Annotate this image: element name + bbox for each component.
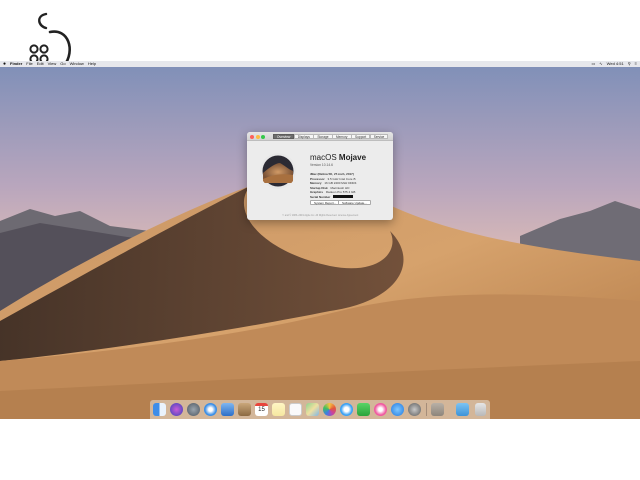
menu-item-help[interactable]: Help bbox=[88, 61, 96, 67]
spec-processor-value: 3.5 GHz Intel Core i5 bbox=[327, 176, 356, 181]
spec-startup-disk: Startup Disk Macintosh HD bbox=[310, 186, 349, 190]
app-store-icon[interactable] bbox=[391, 402, 404, 416]
spec-graphics-label: Graphics bbox=[310, 190, 324, 194]
tab-bar: Overview Displays Storage Memory Support… bbox=[273, 133, 389, 139]
itunes-icon[interactable] bbox=[374, 402, 387, 416]
apple-icon[interactable]: ● bbox=[3, 61, 6, 67]
spec-processor: Processor 3.5 GHz Intel Core i5 bbox=[310, 177, 356, 181]
menu-item-go[interactable]: Go bbox=[60, 61, 65, 67]
spec-startup-disk-label: Startup Disk bbox=[310, 185, 328, 190]
tab-displays[interactable]: Displays bbox=[293, 133, 314, 139]
safari-icon[interactable] bbox=[204, 402, 217, 416]
airplay-icon[interactable]: ▭ bbox=[592, 61, 596, 67]
spec-memory-label: Memory bbox=[310, 181, 322, 185]
maps-icon[interactable] bbox=[306, 402, 319, 416]
menu-item-edit[interactable]: Edit bbox=[37, 61, 44, 67]
menu-item-file[interactable]: File bbox=[26, 61, 32, 67]
dock-separator bbox=[426, 403, 427, 416]
os-version: Version 10.14.6 bbox=[310, 163, 333, 167]
menu-item-window[interactable]: Window bbox=[70, 61, 84, 67]
spec-processor-label: Processor bbox=[310, 176, 325, 181]
tab-service[interactable]: Service bbox=[369, 133, 389, 139]
spec-graphics: Graphics Radeon Pro 575 4 GB bbox=[310, 190, 355, 194]
window-titlebar: Overview Displays Storage Memory Support… bbox=[247, 132, 393, 141]
menu-bar-status-area: ▭ ∿ Wed 4:51 ⚲ ≡ bbox=[588, 61, 637, 67]
tab-storage[interactable]: Storage bbox=[313, 133, 333, 139]
os-name-light: macOS bbox=[310, 153, 337, 162]
mail-icon[interactable] bbox=[221, 402, 234, 416]
spec-graphics-value: Radeon Pro 575 4 GB bbox=[325, 190, 356, 194]
screenshot-frame: ● Finder File Edit View Go Window Help ▭… bbox=[0, 0, 640, 480]
menu-item-app[interactable]: Finder bbox=[10, 61, 22, 67]
macos-mojave-icon bbox=[260, 153, 296, 189]
siri-icon[interactable] bbox=[170, 402, 183, 416]
close-button[interactable] bbox=[250, 134, 254, 139]
folder-icon[interactable] bbox=[456, 402, 469, 416]
software-update-button[interactable]: Software Update... bbox=[338, 200, 371, 205]
os-name-bold: Mojave bbox=[338, 153, 367, 162]
calendar-icon[interactable]: 15 bbox=[255, 402, 268, 416]
contacts-icon[interactable] bbox=[238, 402, 251, 416]
spec-memory: Memory 16 GB 2400 MHz DDR4 bbox=[310, 181, 356, 185]
window-content: macOS Mojave Version 10.14.6 iMac (Retin… bbox=[247, 141, 393, 220]
spec-model: iMac (Retina 5K, 27-inch, 2017) bbox=[310, 172, 356, 176]
spec-memory-value: 16 GB 2400 MHz DDR4 bbox=[324, 181, 357, 185]
facetime-icon[interactable] bbox=[357, 402, 370, 416]
serial-redaction bbox=[333, 195, 354, 199]
notification-center-icon[interactable]: ≡ bbox=[635, 61, 637, 67]
finder-icon[interactable] bbox=[153, 402, 166, 416]
spec-serial: Serial Number bbox=[310, 194, 354, 199]
photos-icon[interactable] bbox=[323, 402, 336, 416]
trash-icon[interactable] bbox=[475, 402, 486, 416]
downloads-icon[interactable] bbox=[431, 402, 444, 416]
desktop-wallpaper bbox=[0, 61, 640, 419]
spec-model-label: iMac (Retina 5K, 27-inch, 2017) bbox=[310, 172, 354, 176]
copyright-notice: ™ and © 1983–2019 Apple Inc. All Rights … bbox=[281, 214, 359, 217]
tab-memory[interactable]: Memory bbox=[332, 133, 352, 139]
spec-serial-label: Serial Number bbox=[310, 194, 331, 199]
launchpad-icon[interactable] bbox=[187, 402, 200, 416]
desktop: ● Finder File Edit View Go Window Help ▭… bbox=[0, 61, 640, 419]
spotlight-search-icon[interactable]: ⚲ bbox=[628, 61, 631, 67]
system-preferences-icon[interactable] bbox=[408, 402, 421, 416]
os-name: macOS Mojave bbox=[310, 153, 366, 162]
menu-bar: ● Finder File Edit View Go Window Help ▭… bbox=[0, 61, 640, 67]
system-report-button[interactable]: System Report... bbox=[310, 200, 341, 205]
zoom-button[interactable] bbox=[261, 134, 265, 139]
minimize-button[interactable] bbox=[255, 134, 260, 139]
messages-icon[interactable] bbox=[340, 402, 353, 416]
dock: 15 bbox=[150, 400, 490, 419]
menu-clock[interactable]: Wed 4:51 bbox=[607, 61, 624, 67]
notes-icon[interactable] bbox=[272, 402, 285, 416]
menu-item-view[interactable]: View bbox=[48, 61, 57, 67]
wifi-icon[interactable]: ∿ bbox=[599, 61, 602, 67]
spec-startup-disk-value: Macintosh HD bbox=[330, 185, 350, 190]
reminders-icon[interactable] bbox=[289, 402, 302, 416]
tab-overview[interactable]: Overview bbox=[273, 133, 295, 139]
tab-support[interactable]: Support bbox=[351, 133, 371, 139]
about-this-mac-window: Overview Displays Storage Memory Support… bbox=[247, 132, 393, 220]
